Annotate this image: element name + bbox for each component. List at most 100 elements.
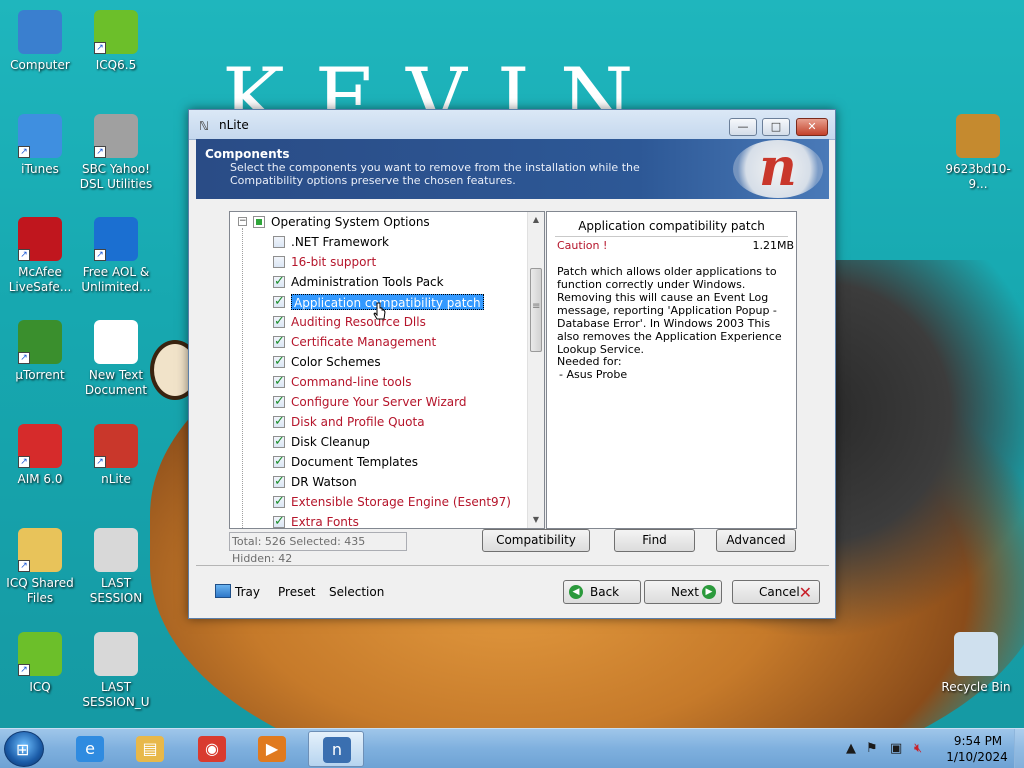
tree-item-checkbox[interactable]: [273, 352, 285, 372]
desktop-icon[interactable]: ↗ AIM 6.0: [0, 424, 80, 487]
desktop-icon[interactable]: Computer: [0, 10, 80, 73]
close-button[interactable]: ✕: [796, 118, 828, 136]
tree-item-label: Disk and Profile Quota: [291, 415, 425, 429]
desktop-icon[interactable]: Recycle Bin: [936, 632, 1016, 695]
tree-item[interactable]: Disk and Profile Quota: [230, 412, 530, 432]
tree-item[interactable]: Command-line tools: [230, 372, 530, 392]
tree-item-checkbox[interactable]: [273, 372, 285, 392]
preset-link[interactable]: Preset: [278, 585, 315, 599]
tree-item[interactable]: Color Schemes: [230, 352, 530, 372]
desktop-icon[interactable]: ↗ SBC Yahoo! DSL Utilities: [76, 114, 156, 192]
tree-item-checkbox[interactable]: [273, 472, 285, 492]
desktop-icon[interactable]: ↗ ICQ6.5: [76, 10, 156, 73]
shortcut-arrow-icon: ↗: [18, 352, 30, 364]
desktop-icon[interactable]: ↗ ICQ: [0, 632, 80, 695]
system-tray: ▲ ⚑ ▣ 🔇︎ 9:54 PM 1/10/2024: [840, 729, 1024, 768]
tree-item-checkbox[interactable]: [273, 432, 285, 452]
taskbar-app-button[interactable]: ▶: [244, 731, 300, 767]
tree-item-label: Document Templates: [291, 455, 418, 469]
tree-scrollbar[interactable]: ▲ ▼: [527, 212, 544, 528]
tree-item-label: Color Schemes: [291, 355, 381, 369]
scroll-down-icon[interactable]: ▼: [528, 512, 544, 528]
nlite-window[interactable]: ℕ nLite — □ ✕ Components Select the comp…: [188, 109, 836, 619]
volume-muted-icon[interactable]: 🔇︎: [914, 741, 922, 756]
tree-item-checkbox[interactable]: [273, 492, 285, 512]
tree-item-label: Certificate Management: [291, 335, 437, 349]
desktop-icon-label: LAST SESSION_U: [82, 680, 150, 709]
tree-item-checkbox[interactable]: [273, 332, 285, 352]
taskbar-app-button[interactable]: ◉: [184, 731, 240, 767]
desktop-icon[interactable]: ↗ nLite: [76, 424, 156, 487]
taskbar: ⊞ e ▤ ◉ ▶ n ▲ ⚑ ▣ 🔇︎ 9:54 PM 1/10/2024: [0, 728, 1024, 768]
sbc-yahoo-icon: ↗: [94, 114, 138, 158]
icq-folder-icon: ↗: [18, 528, 62, 572]
tree-item-checkbox[interactable]: [273, 512, 285, 528]
back-button[interactable]: ◀ Back: [563, 580, 641, 604]
scroll-up-icon[interactable]: ▲: [528, 212, 544, 228]
network-icon[interactable]: ▣: [890, 741, 902, 756]
show-hidden-icons-icon[interactable]: ▲: [846, 741, 856, 756]
taskbar-app-button[interactable]: e: [62, 731, 118, 767]
tree-item[interactable]: 16-bit support: [230, 252, 530, 272]
tree-item-checkbox[interactable]: [273, 412, 285, 432]
clock-date[interactable]: 1/10/2024: [940, 750, 1014, 764]
tree-item-checkbox[interactable]: [273, 452, 285, 472]
settings-file-icon: [94, 632, 138, 676]
tree-item-checkbox[interactable]: [273, 292, 285, 312]
tree-item[interactable]: DR Watson: [230, 472, 530, 492]
tree-item[interactable]: Configure Your Server Wizard: [230, 392, 530, 412]
taskbar-app-button[interactable]: n: [308, 731, 364, 767]
selection-link[interactable]: Selection: [329, 585, 384, 599]
compatibility-button[interactable]: Compatibility: [482, 529, 590, 552]
tree-item-checkbox[interactable]: [273, 236, 285, 248]
tree-item[interactable]: Extra Fonts: [230, 512, 530, 528]
action-center-flag-icon[interactable]: ⚑: [866, 741, 878, 756]
show-desktop-button[interactable]: [1014, 729, 1024, 768]
utorrent-icon: ↗: [18, 320, 62, 364]
tray-link[interactable]: Tray: [235, 585, 260, 599]
mcafee-shield-icon: ↗: [18, 217, 62, 261]
tree-item-checkbox[interactable]: [273, 272, 285, 292]
tree-item[interactable]: Administration Tools Pack: [230, 272, 530, 292]
desktop-icon[interactable]: ↗ McAfee LiveSafe...: [0, 217, 80, 295]
desktop-icon[interactable]: ↗ iTunes: [0, 114, 80, 177]
clock-time[interactable]: 9:54 PM: [948, 734, 1008, 748]
desktop-icon[interactable]: LAST SESSION: [76, 528, 156, 606]
desktop-icon[interactable]: ↗ Free AOL & Unlimited...: [76, 217, 156, 295]
component-tree[interactable]: − Operating System Options .NET Framewor…: [229, 211, 545, 529]
desktop-icon[interactable]: 9623bd10-9...: [938, 114, 1018, 192]
info-title: Application compatibility patch: [578, 219, 765, 233]
tree-item[interactable]: .NET Framework: [230, 232, 530, 252]
tree-item[interactable]: Disk Cleanup: [230, 432, 530, 452]
shortcut-arrow-icon: ↗: [94, 249, 106, 261]
window-titlebar[interactable]: ℕ nLite — □ ✕: [189, 110, 835, 140]
tree-root-row[interactable]: − Operating System Options: [230, 212, 530, 232]
advanced-button[interactable]: Advanced: [716, 529, 796, 552]
scroll-thumb[interactable]: [530, 268, 542, 352]
tree-item[interactable]: Extensible Storage Engine (Esent97): [230, 492, 530, 512]
start-button[interactable]: ⊞: [4, 731, 44, 767]
desktop-icon[interactable]: ↗ µTorrent: [0, 320, 80, 383]
find-button[interactable]: Find: [614, 529, 695, 552]
tray-icon[interactable]: [215, 584, 231, 598]
desktop-icon[interactable]: New Text Document: [76, 320, 156, 398]
tree-item-checkbox[interactable]: [273, 392, 285, 412]
cancel-button[interactable]: Cancel ✕: [732, 580, 820, 604]
taskbar-app-button[interactable]: ▤: [122, 731, 178, 767]
windows-logo-icon: ⊞: [16, 740, 30, 759]
aol-icon: ↗: [94, 217, 138, 261]
root-checkbox[interactable]: [253, 216, 265, 228]
desktop-icon[interactable]: LAST SESSION_U: [76, 632, 156, 710]
tree-item-checkbox[interactable]: [273, 312, 285, 332]
tree-item[interactable]: Document Templates: [230, 452, 530, 472]
desktop-icon[interactable]: ↗ ICQ Shared Files: [0, 528, 80, 606]
file-explorer-icon: ▤: [136, 736, 164, 762]
tree-item-checkbox[interactable]: [273, 256, 285, 268]
minimize-button[interactable]: —: [729, 118, 757, 136]
collapse-icon[interactable]: −: [238, 217, 247, 226]
next-button[interactable]: Next ▶: [644, 580, 722, 604]
info-panel: Application compatibility patch Caution …: [546, 211, 797, 529]
maximize-button[interactable]: □: [762, 118, 790, 136]
tree-item[interactable]: Certificate Management: [230, 332, 530, 352]
tree-item-label: Disk Cleanup: [291, 435, 370, 449]
